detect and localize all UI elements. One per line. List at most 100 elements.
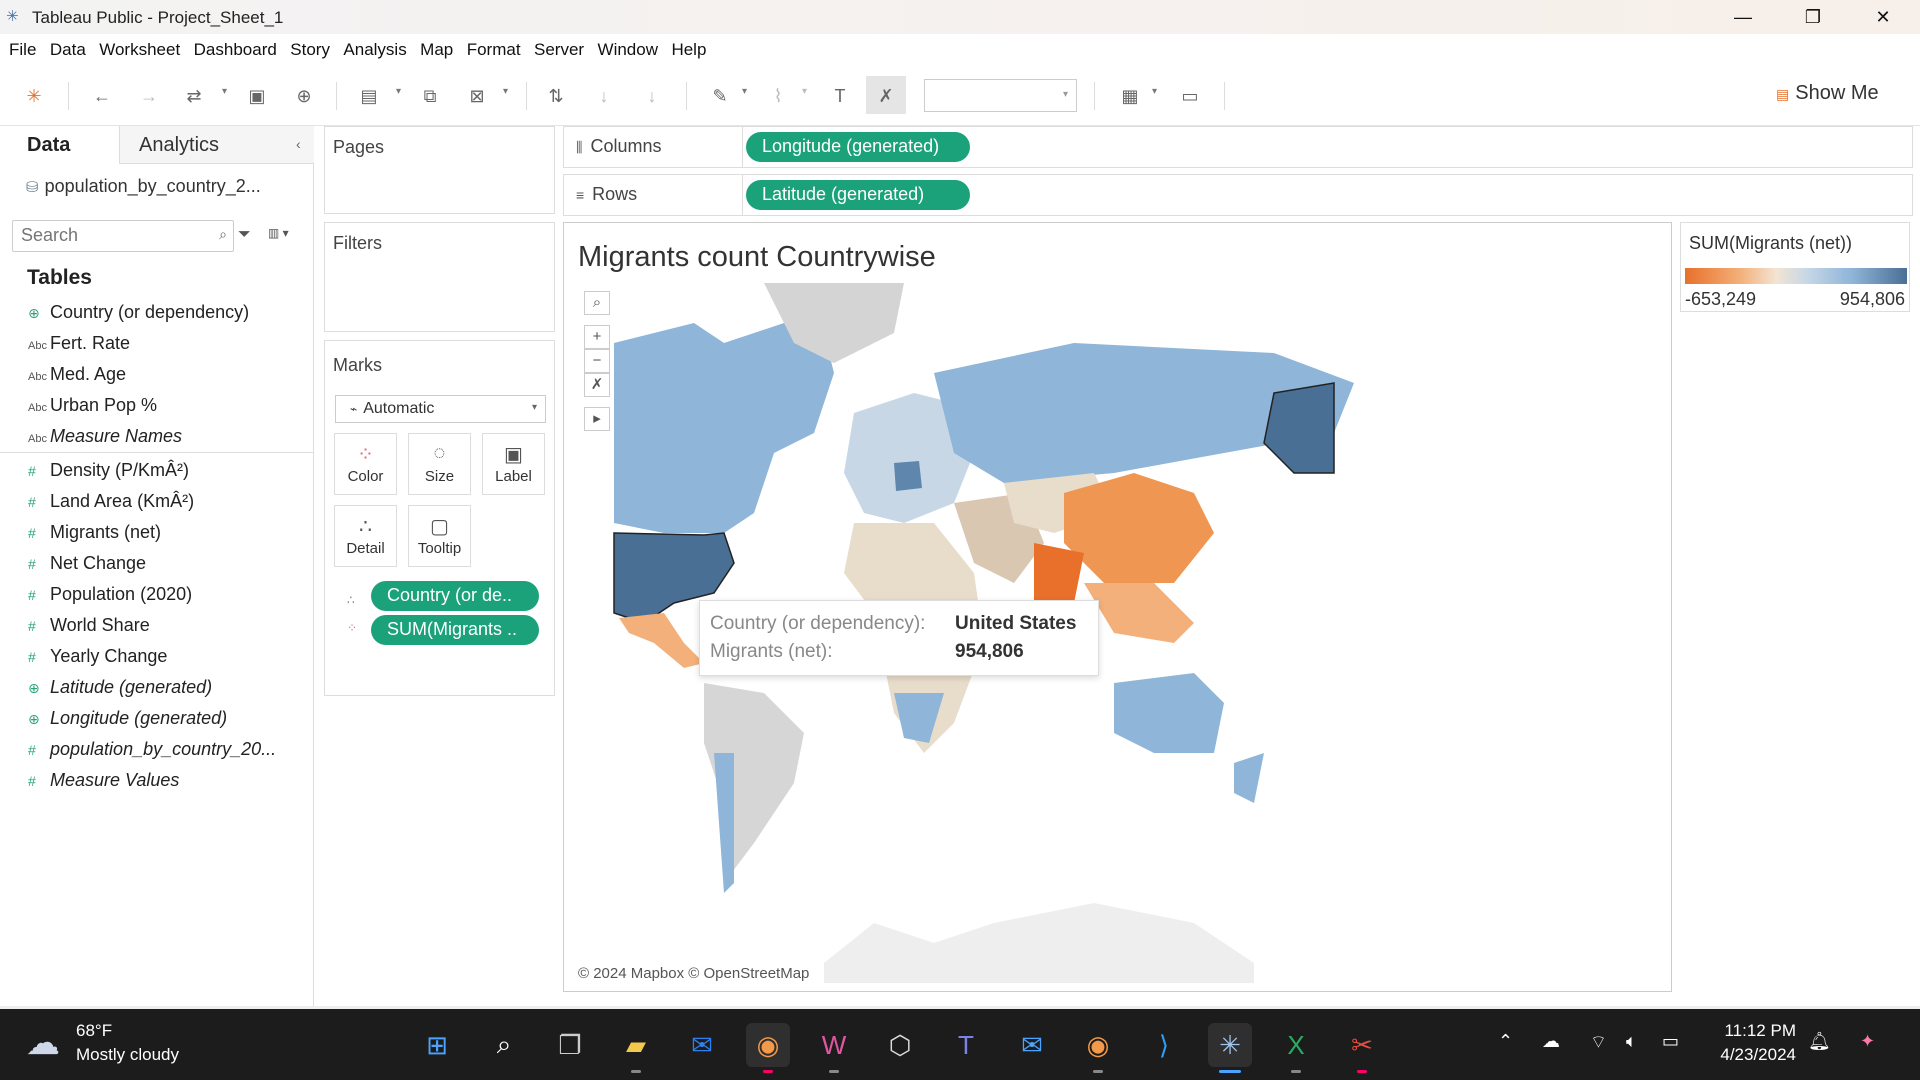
copilot-icon[interactable]: ✦ bbox=[1860, 1031, 1875, 1052]
save-icon[interactable]: ▣ bbox=[245, 84, 269, 108]
longitude-pill[interactable]: Longitude (generated) bbox=[746, 132, 970, 162]
new-worksheet-dropdown-icon[interactable]: ▾ bbox=[396, 86, 401, 97]
clear-sheet-icon[interactable]: ⊠ bbox=[465, 84, 489, 108]
field-item[interactable]: # Density (P/KmÂ²) bbox=[28, 460, 189, 490]
collapse-pane-icon[interactable]: ‹ bbox=[296, 136, 301, 152]
group-icon[interactable]: ⌇ bbox=[766, 84, 790, 108]
field-item[interactable]: Abc Urban Pop % bbox=[28, 395, 157, 425]
duplicate-icon[interactable]: ⧉ bbox=[418, 84, 442, 108]
clock-date[interactable]: 4/23/2024 bbox=[1690, 1045, 1796, 1065]
field-item[interactable]: # Migrants (net) bbox=[28, 522, 161, 552]
start-icon[interactable]: ⊞ bbox=[415, 1023, 459, 1067]
menu-dashboard[interactable]: Dashboard bbox=[194, 34, 277, 60]
field-item[interactable]: # population_by_country_20... bbox=[28, 739, 276, 769]
show-me-button[interactable]: ▤ Show Me bbox=[1776, 82, 1879, 105]
fit-dropdown[interactable]: ▾ bbox=[924, 79, 1077, 112]
pin-map-button[interactable]: ✗ bbox=[584, 373, 610, 397]
field-item[interactable]: # Land Area (KmÂ²) bbox=[28, 491, 194, 521]
search-taskbar-icon[interactable]: ⌕ bbox=[482, 1023, 526, 1067]
color-legend[interactable]: SUM(Migrants (net)) -653,249 954,806 bbox=[1680, 222, 1910, 312]
tableau-logo-icon[interactable]: ✳ bbox=[22, 84, 46, 108]
map-region-new-zealand[interactable] bbox=[1234, 753, 1264, 803]
menu-window[interactable]: Window bbox=[598, 34, 658, 60]
swap-rows-columns-icon[interactable]: ⇅ bbox=[544, 84, 568, 108]
tab-data[interactable]: Data bbox=[0, 126, 119, 164]
redo-icon[interactable]: → bbox=[137, 84, 161, 108]
menu-file[interactable]: File bbox=[9, 34, 36, 60]
map-region-australia[interactable] bbox=[1114, 673, 1224, 753]
filter-icon[interactable]: ⏷ bbox=[238, 226, 251, 244]
snipping-tool-icon[interactable]: ✂ bbox=[1340, 1023, 1384, 1073]
map-region-southeast-asia[interactable] bbox=[1084, 583, 1194, 643]
tab-analytics[interactable]: Analytics bbox=[119, 126, 314, 164]
filters-card[interactable]: Filters bbox=[324, 222, 555, 332]
detail-button[interactable]: ∴ Detail bbox=[334, 505, 397, 567]
clock-time[interactable]: 11:12 PM bbox=[1716, 1021, 1796, 1041]
menu-analysis[interactable]: Analysis bbox=[343, 34, 406, 60]
show-hidden-icons-chevron-icon[interactable]: ⌃ bbox=[1498, 1031, 1513, 1052]
menu-map[interactable]: Map bbox=[420, 34, 453, 60]
battery-icon[interactable]: ▭ bbox=[1662, 1031, 1679, 1052]
map-region-china[interactable] bbox=[1064, 473, 1214, 583]
menu-format[interactable]: Format bbox=[467, 34, 521, 60]
map-region-chile[interactable] bbox=[714, 753, 734, 893]
field-item[interactable]: # Yearly Change bbox=[28, 646, 167, 676]
maximize-button[interactable]: ❐ bbox=[1778, 0, 1848, 34]
file-explorer-icon[interactable]: ▰ bbox=[614, 1023, 658, 1073]
field-item[interactable]: ⊕ Longitude (generated) bbox=[28, 708, 227, 738]
zoom-in-button[interactable]: + bbox=[584, 325, 610, 349]
zoom-out-button[interactable]: − bbox=[584, 349, 610, 373]
group-dropdown-icon[interactable]: ▾ bbox=[802, 86, 807, 97]
minimize-button[interactable]: — bbox=[1708, 0, 1778, 34]
mail-icon[interactable]: ✉ bbox=[1010, 1023, 1054, 1067]
field-item[interactable]: # World Share bbox=[28, 615, 150, 645]
field-item[interactable]: Abc Med. Age bbox=[28, 364, 126, 394]
new-worksheet-icon[interactable]: ▤ bbox=[357, 84, 381, 108]
field-item[interactable]: Abc Fert. Rate bbox=[28, 333, 130, 363]
show-labels-icon[interactable]: T bbox=[828, 84, 852, 108]
color-button[interactable]: ⁘ Color bbox=[334, 433, 397, 495]
close-button[interactable]: ✕ bbox=[1848, 0, 1918, 34]
menu-server[interactable]: Server bbox=[534, 34, 584, 60]
chrome-icon[interactable]: ◉ bbox=[746, 1023, 790, 1073]
teams-icon[interactable]: T bbox=[944, 1023, 988, 1067]
chrome-profile-icon[interactable]: ◉ bbox=[1076, 1023, 1120, 1073]
new-datasource-icon[interactable]: ⊕ bbox=[292, 84, 316, 108]
field-item[interactable]: ⊕ Latitude (generated) bbox=[28, 677, 212, 707]
map-region-alaska[interactable] bbox=[1263, 382, 1335, 474]
pages-card[interactable]: Pages bbox=[324, 126, 555, 214]
swap-dropdown-icon[interactable]: ▾ bbox=[222, 86, 227, 97]
undo-icon[interactable]: ← bbox=[90, 84, 114, 108]
outlook-icon[interactable]: ✉ bbox=[680, 1023, 724, 1067]
menu-story[interactable]: Story bbox=[290, 34, 330, 60]
latitude-pill[interactable]: Latitude (generated) bbox=[746, 180, 970, 210]
migrants-color-pill[interactable]: SUM(Migrants .. bbox=[371, 615, 539, 645]
menu-help[interactable]: Help bbox=[671, 34, 706, 60]
country-detail-pill[interactable]: Country (or de.. bbox=[371, 581, 539, 611]
label-button[interactable]: ▣ Label bbox=[482, 433, 545, 495]
weather-cloudy-icon[interactable]: ☁ bbox=[26, 1023, 60, 1063]
datasource[interactable]: ⛁ population_by_country_2... bbox=[26, 176, 261, 197]
presentation-mode-icon[interactable]: ▭ bbox=[1178, 84, 1202, 108]
notifications-bell-icon[interactable]: 🔔︎ bbox=[1808, 1031, 1831, 1052]
map-tools-expand-button[interactable]: ▸ bbox=[584, 407, 610, 431]
map-region-canada[interactable] bbox=[614, 323, 834, 533]
excel-icon[interactable]: X bbox=[1274, 1023, 1318, 1073]
wifi-icon[interactable]: ⌔ bbox=[1590, 1031, 1607, 1054]
task-view-icon[interactable]: ❐ bbox=[548, 1023, 592, 1067]
mark-type-dropdown[interactable]: ⌁ Automatic ▾ bbox=[335, 395, 546, 423]
sort-descending-icon[interactable]: ↓ bbox=[640, 84, 664, 108]
search-box[interactable]: ⌕ bbox=[12, 220, 234, 252]
weather-temperature[interactable]: 68°F bbox=[76, 1021, 112, 1041]
field-item[interactable]: # Net Change bbox=[28, 553, 146, 583]
volume-icon[interactable]: 🔈︎ bbox=[1626, 1031, 1637, 1052]
map-region-antarctica[interactable] bbox=[824, 903, 1254, 983]
map-region-germany[interactable] bbox=[894, 461, 922, 491]
map-attribution[interactable]: © 2024 Mapbox © OpenStreetMap bbox=[578, 965, 809, 982]
map-region-mexico[interactable] bbox=[619, 613, 704, 668]
onedrive-cloud-icon[interactable]: ☁ bbox=[1542, 1031, 1560, 1052]
highlight-icon[interactable]: ✎ bbox=[708, 84, 732, 108]
menu-data[interactable]: Data bbox=[50, 34, 86, 60]
field-item[interactable]: # Measure Values bbox=[28, 770, 179, 800]
menu-worksheet[interactable]: Worksheet bbox=[99, 34, 180, 60]
